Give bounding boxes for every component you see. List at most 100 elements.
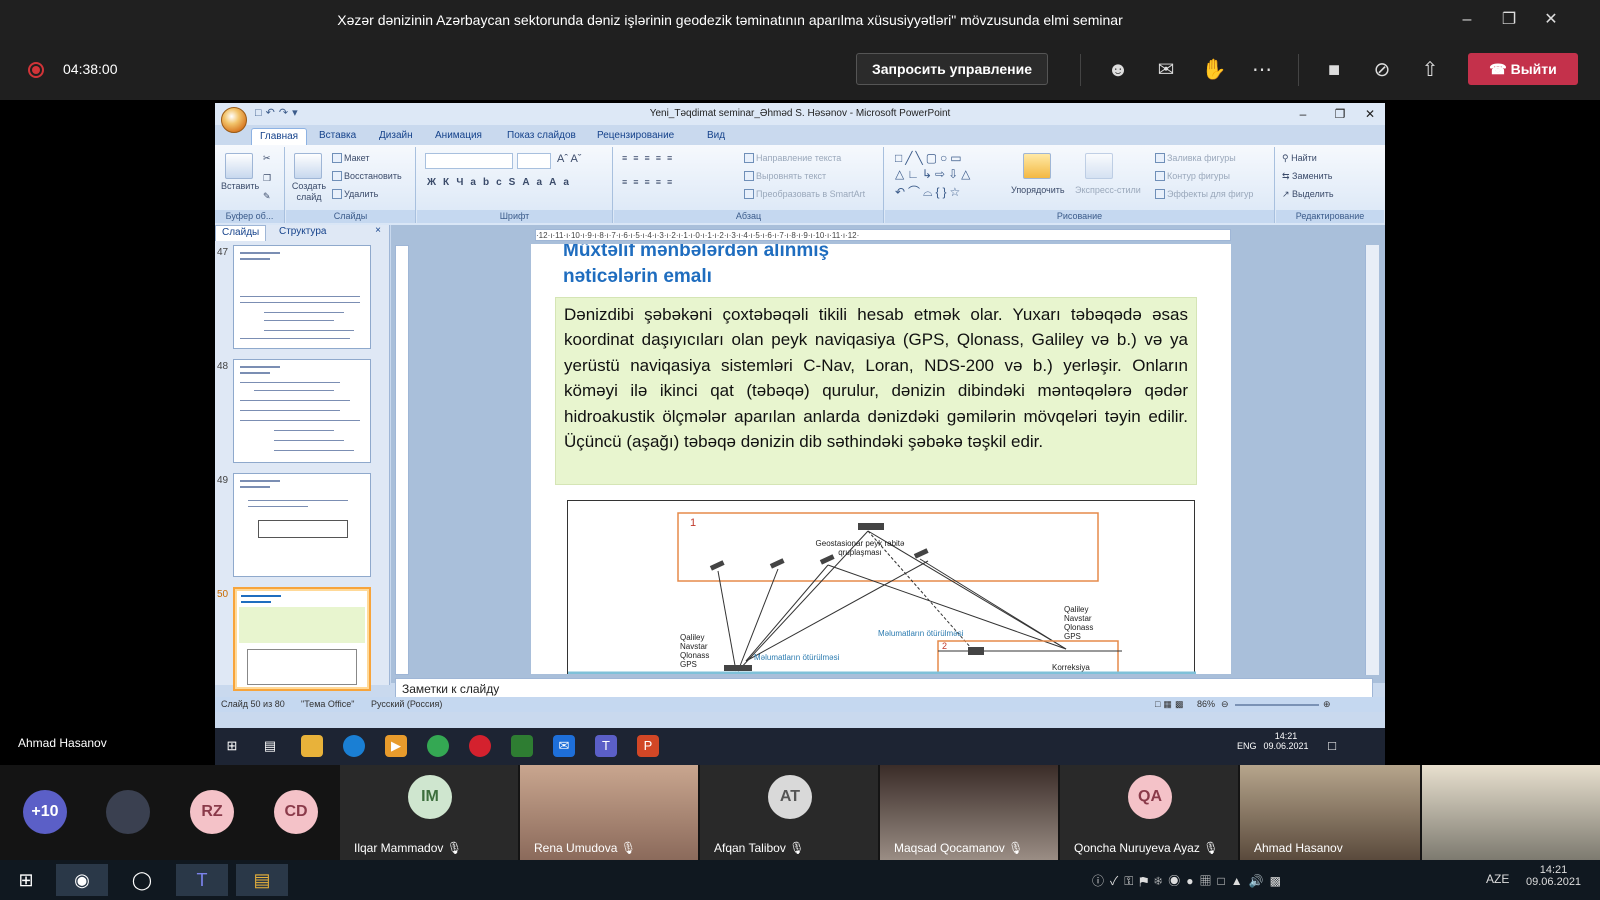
notification-icon[interactable]: □ [1321, 735, 1343, 757]
system-clock[interactable]: 14:21 09.06.2021 [1526, 864, 1581, 888]
quick-styles-label[interactable]: Экспресс-стили [1075, 185, 1141, 195]
app-icon[interactable] [511, 735, 533, 757]
arrange-icon[interactable] [1023, 153, 1051, 179]
maximize-icon[interactable]: ❐ [1494, 6, 1524, 34]
tab-design[interactable]: Дизайн [371, 128, 421, 145]
opera-icon[interactable] [469, 735, 491, 757]
shapes-gallery-row3[interactable]: ↶⌒⌓{}☆ [895, 183, 963, 200]
chat-icon[interactable]: ✉ [1152, 56, 1180, 84]
slide-thumbnail[interactable]: 49 [215, 473, 380, 581]
layout-button[interactable]: Макет [332, 153, 369, 163]
mic-muted-icon[interactable]: ⊘ [1368, 56, 1396, 84]
office-button-icon[interactable] [221, 107, 247, 133]
teams-icon[interactable]: T [595, 735, 617, 757]
slide-thumbnail[interactable]: 48 [215, 359, 380, 467]
tab-review[interactable]: Рецензирование [589, 128, 682, 145]
smartart-button[interactable]: Преобразовать в SmartArt [744, 189, 865, 199]
select-button[interactable]: ↗ Выделить [1282, 189, 1334, 200]
tab-home[interactable]: Главная [251, 128, 308, 145]
shapes-gallery-row2[interactable]: △∟↳⇨⇩△ [895, 167, 973, 181]
chrome-icon[interactable] [427, 735, 449, 757]
pane-close-icon[interactable]: × [375, 225, 381, 236]
satellite-network-diagram[interactable]: 1 Geostasionar peyk rabitə qruplaşması Qa… [567, 500, 1196, 674]
paste-icon[interactable] [225, 153, 253, 179]
shapes-gallery[interactable]: □╱╲▢○▭ [895, 151, 965, 165]
leave-button[interactable]: ☎ Выйти [1468, 53, 1578, 85]
system-tray-icons[interactable]: ⓘ✓⚿⚑❄◉●▦□▲🔊▩ [1092, 872, 1287, 889]
slide-thumbnail[interactable]: 47 [215, 245, 380, 353]
find-button[interactable]: ⚲ Найти [1282, 153, 1317, 164]
font-name-select[interactable] [425, 153, 513, 169]
more-actions-icon[interactable]: ⋯ [1248, 56, 1276, 84]
minimize-icon[interactable]: – [1452, 6, 1482, 34]
overflow-participants[interactable]: +10 [23, 790, 67, 834]
slide-thumbnail-selected[interactable]: 50 [215, 587, 380, 695]
view-buttons[interactable]: □▦▩ [1155, 699, 1186, 710]
quick-styles-icon[interactable] [1085, 153, 1113, 179]
pp-close-icon[interactable]: ✕ [1355, 103, 1385, 125]
input-language[interactable]: AZE [1486, 872, 1509, 886]
arrange-label[interactable]: Упорядочить [1011, 185, 1065, 195]
pp-minimize-icon[interactable]: – [1288, 103, 1318, 125]
zoom-out-icon[interactable]: ⊖ [1221, 699, 1229, 710]
participant-video-tile[interactable]: Ahmad Hasanov [1240, 765, 1420, 860]
font-grow-shrink-icons[interactable]: Aˆ Aˇ [557, 153, 581, 165]
reactions-icon[interactable]: ✋ [1200, 56, 1228, 84]
editor-vertical-scrollbar[interactable] [1365, 245, 1379, 675]
tab-insert[interactable]: Вставка [311, 128, 364, 145]
powerpoint-icon[interactable]: P [637, 735, 659, 757]
reset-button[interactable]: Восстановить [332, 171, 402, 181]
delete-button[interactable]: Удалить [332, 189, 378, 199]
zoom-in-icon[interactable]: ⊕ [1323, 699, 1331, 710]
file-explorer-icon[interactable] [301, 735, 323, 757]
tab-slides[interactable]: Слайды [215, 225, 267, 241]
edge-icon[interactable] [343, 735, 365, 757]
windows-start-icon[interactable]: ⊞ [0, 864, 52, 896]
request-control-button[interactable]: Запросить управление [856, 53, 1048, 85]
font-size-select[interactable] [517, 153, 551, 169]
new-slide-label[interactable]: Создать слайд [290, 181, 328, 203]
shape-fill-button[interactable]: Заливка фигуры [1155, 153, 1236, 163]
participants-icon[interactable]: ☻ [1104, 56, 1132, 84]
replace-button[interactable]: ⇆ Заменить [1282, 171, 1333, 182]
participant-video-tile[interactable]: Maqsad Qocamanov 🎙 [880, 765, 1058, 860]
list-icons[interactable]: ≡≡≡≡≡ [622, 153, 678, 163]
cut-icon[interactable]: ✂ [263, 153, 271, 164]
font-format-icons[interactable]: ЖКЧabcSAaAa [427, 177, 576, 188]
format-painter-icon[interactable]: ✎ [263, 191, 271, 202]
tab-outline[interactable]: Структура [273, 225, 332, 241]
slide-body-text[interactable]: Dənizdibi şəbəkəni çoxtəbəqəli tikili he… [555, 297, 1197, 485]
zoom-slider[interactable] [1235, 704, 1319, 706]
opera-taskbar-icon[interactable]: ◯ [116, 864, 168, 896]
chrome-taskbar-icon[interactable]: ◉ [56, 864, 108, 896]
slide-title[interactable]: Müxtəlif mənbələrdən alınmış nəticələrin… [563, 244, 963, 290]
shape-outline-button[interactable]: Контур фигуры [1155, 171, 1230, 181]
copy-icon[interactable]: ❐ [263, 173, 271, 184]
task-view-icon[interactable]: ▤ [259, 735, 281, 757]
camera-icon[interactable]: ■ [1320, 56, 1348, 84]
align-icons[interactable]: ≡≡≡≡≡ [622, 177, 678, 187]
shape-effects-button[interactable]: Эффекты для фигур [1155, 189, 1253, 199]
participant-tile[interactable]: QA Qoncha Nuruyeva Ayaz 🎙 [1060, 765, 1238, 860]
explorer-taskbar-icon[interactable]: ▤ [236, 864, 288, 896]
quick-access-toolbar[interactable]: □↶↷▾ [255, 106, 302, 119]
self-video-tile[interactable] [1422, 765, 1600, 860]
slide-notes[interactable]: Заметки к слайду [395, 678, 1373, 698]
align-text-button[interactable]: Выровнять текст [744, 171, 826, 181]
media-player-icon[interactable]: ▶ [385, 735, 407, 757]
share-screen-icon[interactable]: ⇧ [1416, 56, 1444, 84]
tab-animation[interactable]: Анимация [427, 128, 490, 145]
participant-video-tile[interactable]: Rena Umudova 🎙 [520, 765, 698, 860]
close-icon[interactable]: ✕ [1536, 6, 1566, 34]
tab-slideshow[interactable]: Показ слайдов [499, 128, 584, 145]
windows-start-icon[interactable]: ⊞ [221, 735, 243, 757]
pp-restore-icon[interactable]: ❐ [1325, 103, 1355, 125]
tab-view[interactable]: Вид [699, 128, 733, 145]
slide-canvas[interactable]: Müxtəlif mənbələrdən alınmış nəticələrin… [531, 244, 1231, 674]
mail-icon[interactable]: ✉ [553, 735, 575, 757]
participant-tile[interactable]: IM Ilqar Mammadov 🎙 [340, 765, 518, 860]
text-direction-button[interactable]: Направление текста [744, 153, 841, 163]
new-slide-icon[interactable] [294, 153, 322, 179]
participant-tile[interactable]: AT Afqan Talibov 🎙 [700, 765, 878, 860]
teams-taskbar-icon[interactable]: T [176, 864, 228, 896]
